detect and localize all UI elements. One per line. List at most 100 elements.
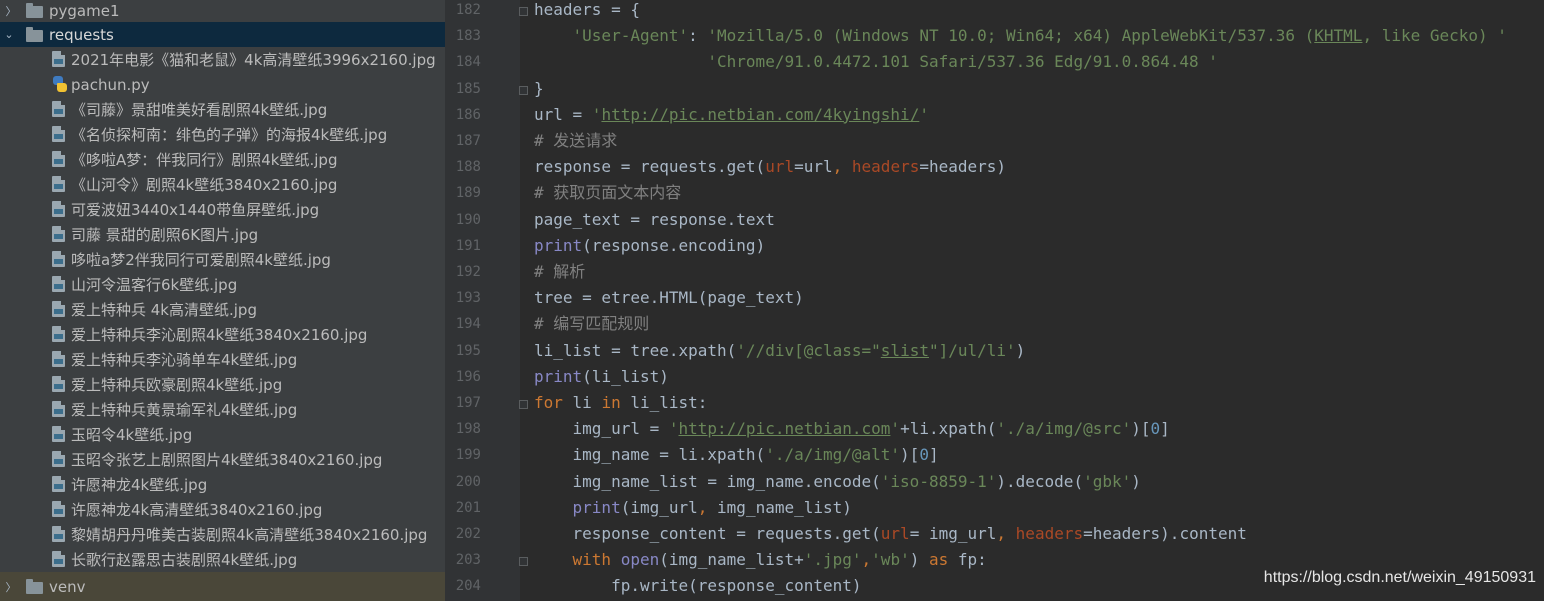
line-number: 204 (455, 578, 481, 595)
line-gutter: 182 183 184 185 186 187 188 189 190 191 192 193 194 1… (445, 0, 528, 601)
image-file-icon (52, 151, 65, 167)
code-line[interactable]: print(img_url, img_name_list) (534, 497, 852, 523)
tree-file-item[interactable]: 《山河令》剧照4k壁纸3840x2160.jpg (0, 172, 445, 197)
code-line[interactable]: img_name_list = img_name.encode('iso-885… (534, 471, 1141, 497)
line-number: 200 (455, 473, 481, 490)
line-number: 203 (455, 552, 481, 569)
file-label: 山河令温客行6k壁纸.jpg (71, 276, 238, 294)
folder-label: requests (49, 25, 114, 44)
file-label: 爱上特种兵欧豪剧照4k壁纸.jpg (71, 376, 283, 394)
line-number: 191 (455, 237, 481, 254)
code-line[interactable]: # 发送请求 (534, 130, 617, 156)
line-number: 201 (455, 499, 481, 516)
image-file-icon (52, 51, 65, 67)
tree-file-item[interactable]: 许愿神龙4k高清壁纸3840x2160.jpg (0, 497, 445, 522)
line-number: 188 (455, 159, 481, 176)
file-label: 长歌行赵露思古装剧照4k壁纸.jpg (71, 551, 298, 569)
tree-file-item[interactable]: 《哆啦A梦：伴我同行》剧照4k壁纸.jpg (0, 147, 445, 172)
tree-file-item[interactable]: 爱上特种兵欧豪剧照4k壁纸.jpg (0, 372, 445, 397)
tree-file-item[interactable]: 司藤 景甜的剧照6K图片.jpg (0, 222, 445, 247)
code-editor[interactable]: 182 183 184 185 186 187 188 189 190 191 192 193 194 1… (445, 0, 1544, 601)
code-line[interactable]: # 解析 (534, 261, 585, 287)
tree-file-item[interactable]: 《司藤》景甜唯美好看剧照4k壁纸.jpg (0, 97, 445, 122)
code-line[interactable]: with open(img_name_list+'.jpg','wb') as … (534, 549, 987, 575)
image-file-icon (52, 401, 65, 417)
file-label: 哆啦a梦2伴我同行可爱剧照4k壁纸.jpg (71, 251, 331, 269)
image-file-icon (52, 126, 65, 142)
image-file-icon (52, 376, 65, 392)
project-tree: 〉 pygame1 ⌄ requests 〉 venv 2021年电影《猫和老鼠… (0, 0, 445, 601)
code-line[interactable]: 'Chrome/91.0.4472.101 Safari/537.36 Edg/… (534, 51, 1218, 77)
line-number: 190 (455, 211, 481, 228)
code-line[interactable]: img_name = li.xpath('./a/img/@alt')[0] (534, 444, 939, 470)
line-number: 194 (455, 316, 481, 333)
code-line[interactable]: # 获取页面文本内容 (534, 182, 681, 208)
folder-label: pygame1 (49, 1, 120, 20)
code-line[interactable]: for li in li_list: (534, 392, 707, 418)
file-label: 爱上特种兵李沁剧照4k壁纸3840x2160.jpg (71, 326, 368, 344)
image-file-icon (52, 251, 65, 267)
code-line[interactable]: headers = { (534, 0, 640, 25)
line-number: 198 (455, 421, 481, 438)
code-line[interactable]: 'User-Agent': 'Mozilla/5.0 (Windows NT 1… (534, 25, 1507, 51)
tree-file-item[interactable]: 2021年电影《猫和老鼠》4k高清壁纸3996x2160.jpg (0, 47, 445, 72)
tree-file-item[interactable]: 爱上特种兵李沁骑单车4k壁纸.jpg (0, 347, 445, 372)
file-label: 《司藤》景甜唯美好看剧照4k壁纸.jpg (71, 101, 328, 119)
code-line[interactable]: fp.write(response_content) (534, 575, 861, 601)
code-line[interactable]: response_content = requests.get(url= img… (534, 523, 1247, 549)
code-line[interactable]: page_text = response.text (534, 209, 775, 235)
code-line[interactable]: } (534, 78, 544, 104)
tree-file-item[interactable]: 玉昭令4k壁纸.jpg (0, 422, 445, 447)
tree-folder-requests[interactable]: ⌄ requests (0, 22, 445, 47)
tree-folder-venv[interactable]: 〉 venv (0, 572, 445, 601)
image-file-icon (52, 351, 65, 367)
file-label: 爱上特种兵 4k高清壁纸.jpg (71, 301, 257, 319)
tree-file-item[interactable]: 山河令温客行6k壁纸.jpg (0, 272, 445, 297)
tree-file-item[interactable]: 黎婧胡丹丹唯美古装剧照4k高清壁纸3840x2160.jpg (0, 522, 445, 547)
fold-marker-icon[interactable] (519, 85, 528, 95)
tree-file-item[interactable]: 爱上特种兵李沁剧照4k壁纸3840x2160.jpg (0, 322, 445, 347)
tree-file-item[interactable]: 可爱波妞3440x1440带鱼屏壁纸.jpg (0, 197, 445, 222)
tree-file-item[interactable]: 许愿神龙4k壁纸.jpg (0, 472, 445, 497)
image-file-icon (52, 276, 65, 292)
chevron-down-icon[interactable]: ⌄ (3, 28, 15, 41)
file-label: 玉昭令张艺上剧照图片4k壁纸3840x2160.jpg (71, 451, 383, 469)
image-file-icon (52, 551, 65, 567)
tree-file-item[interactable]: 《名侦探柯南：绯色的子弹》的海报4k壁纸.jpg (0, 122, 445, 147)
line-number: 192 (455, 264, 481, 280)
python-file-icon (52, 76, 68, 92)
file-label: 许愿神龙4k壁纸.jpg (71, 476, 208, 494)
fold-marker-icon[interactable] (519, 400, 528, 409)
code-line[interactable]: print(response.encoding) (534, 235, 765, 261)
code-line[interactable]: # 编写匹配规则 (534, 313, 649, 339)
tree-file-item[interactable]: 爱上特种兵 4k高清壁纸.jpg (0, 297, 445, 322)
folder-icon (26, 3, 43, 18)
fold-marker-icon[interactable] (519, 7, 528, 16)
line-number: 193 (455, 290, 481, 307)
chevron-right-icon[interactable]: 〉 (5, 579, 17, 595)
image-file-icon (52, 101, 65, 117)
line-number: 196 (455, 368, 481, 385)
image-file-icon (52, 476, 65, 492)
chevron-right-icon[interactable]: 〉 (5, 3, 17, 19)
tree-folder-pygame1[interactable]: 〉 pygame1 (0, 0, 445, 23)
tree-file-item[interactable]: 哆啦a梦2伴我同行可爱剧照4k壁纸.jpg (0, 247, 445, 272)
line-number: 202 (455, 526, 481, 542)
code-line[interactable]: tree = etree.HTML(page_text) (534, 287, 804, 313)
tree-file-item[interactable]: pachun.py (0, 72, 445, 97)
folder-icon (26, 579, 43, 594)
code-line[interactable]: img_url = 'http://pic.netbian.com'+li.xp… (534, 418, 1170, 444)
tree-file-item[interactable]: 玉昭令张艺上剧照图片4k壁纸3840x2160.jpg (0, 447, 445, 472)
code-line[interactable]: print(li_list) (534, 366, 669, 392)
fold-marker-icon[interactable] (519, 557, 528, 567)
file-label: 2021年电影《猫和老鼠》4k高清壁纸3996x2160.jpg (71, 51, 436, 69)
file-label: 《山河令》剧照4k壁纸3840x2160.jpg (71, 176, 338, 194)
line-number: 183 (455, 28, 481, 45)
tree-file-item[interactable]: 爱上特种兵黄景瑜军礼4k壁纸.jpg (0, 397, 445, 422)
code-line[interactable]: response = requests.get(url=url, headers… (534, 156, 1006, 182)
code-line[interactable]: url = 'http://pic.netbian.com/4kyingshi/… (534, 104, 929, 130)
image-file-icon (52, 176, 65, 192)
code-line[interactable]: li_list = tree.xpath('//div[@class="slis… (534, 340, 1025, 366)
tree-file-item[interactable]: 长歌行赵露思古装剧照4k壁纸.jpg (0, 547, 445, 572)
line-number: 185 (455, 80, 481, 97)
